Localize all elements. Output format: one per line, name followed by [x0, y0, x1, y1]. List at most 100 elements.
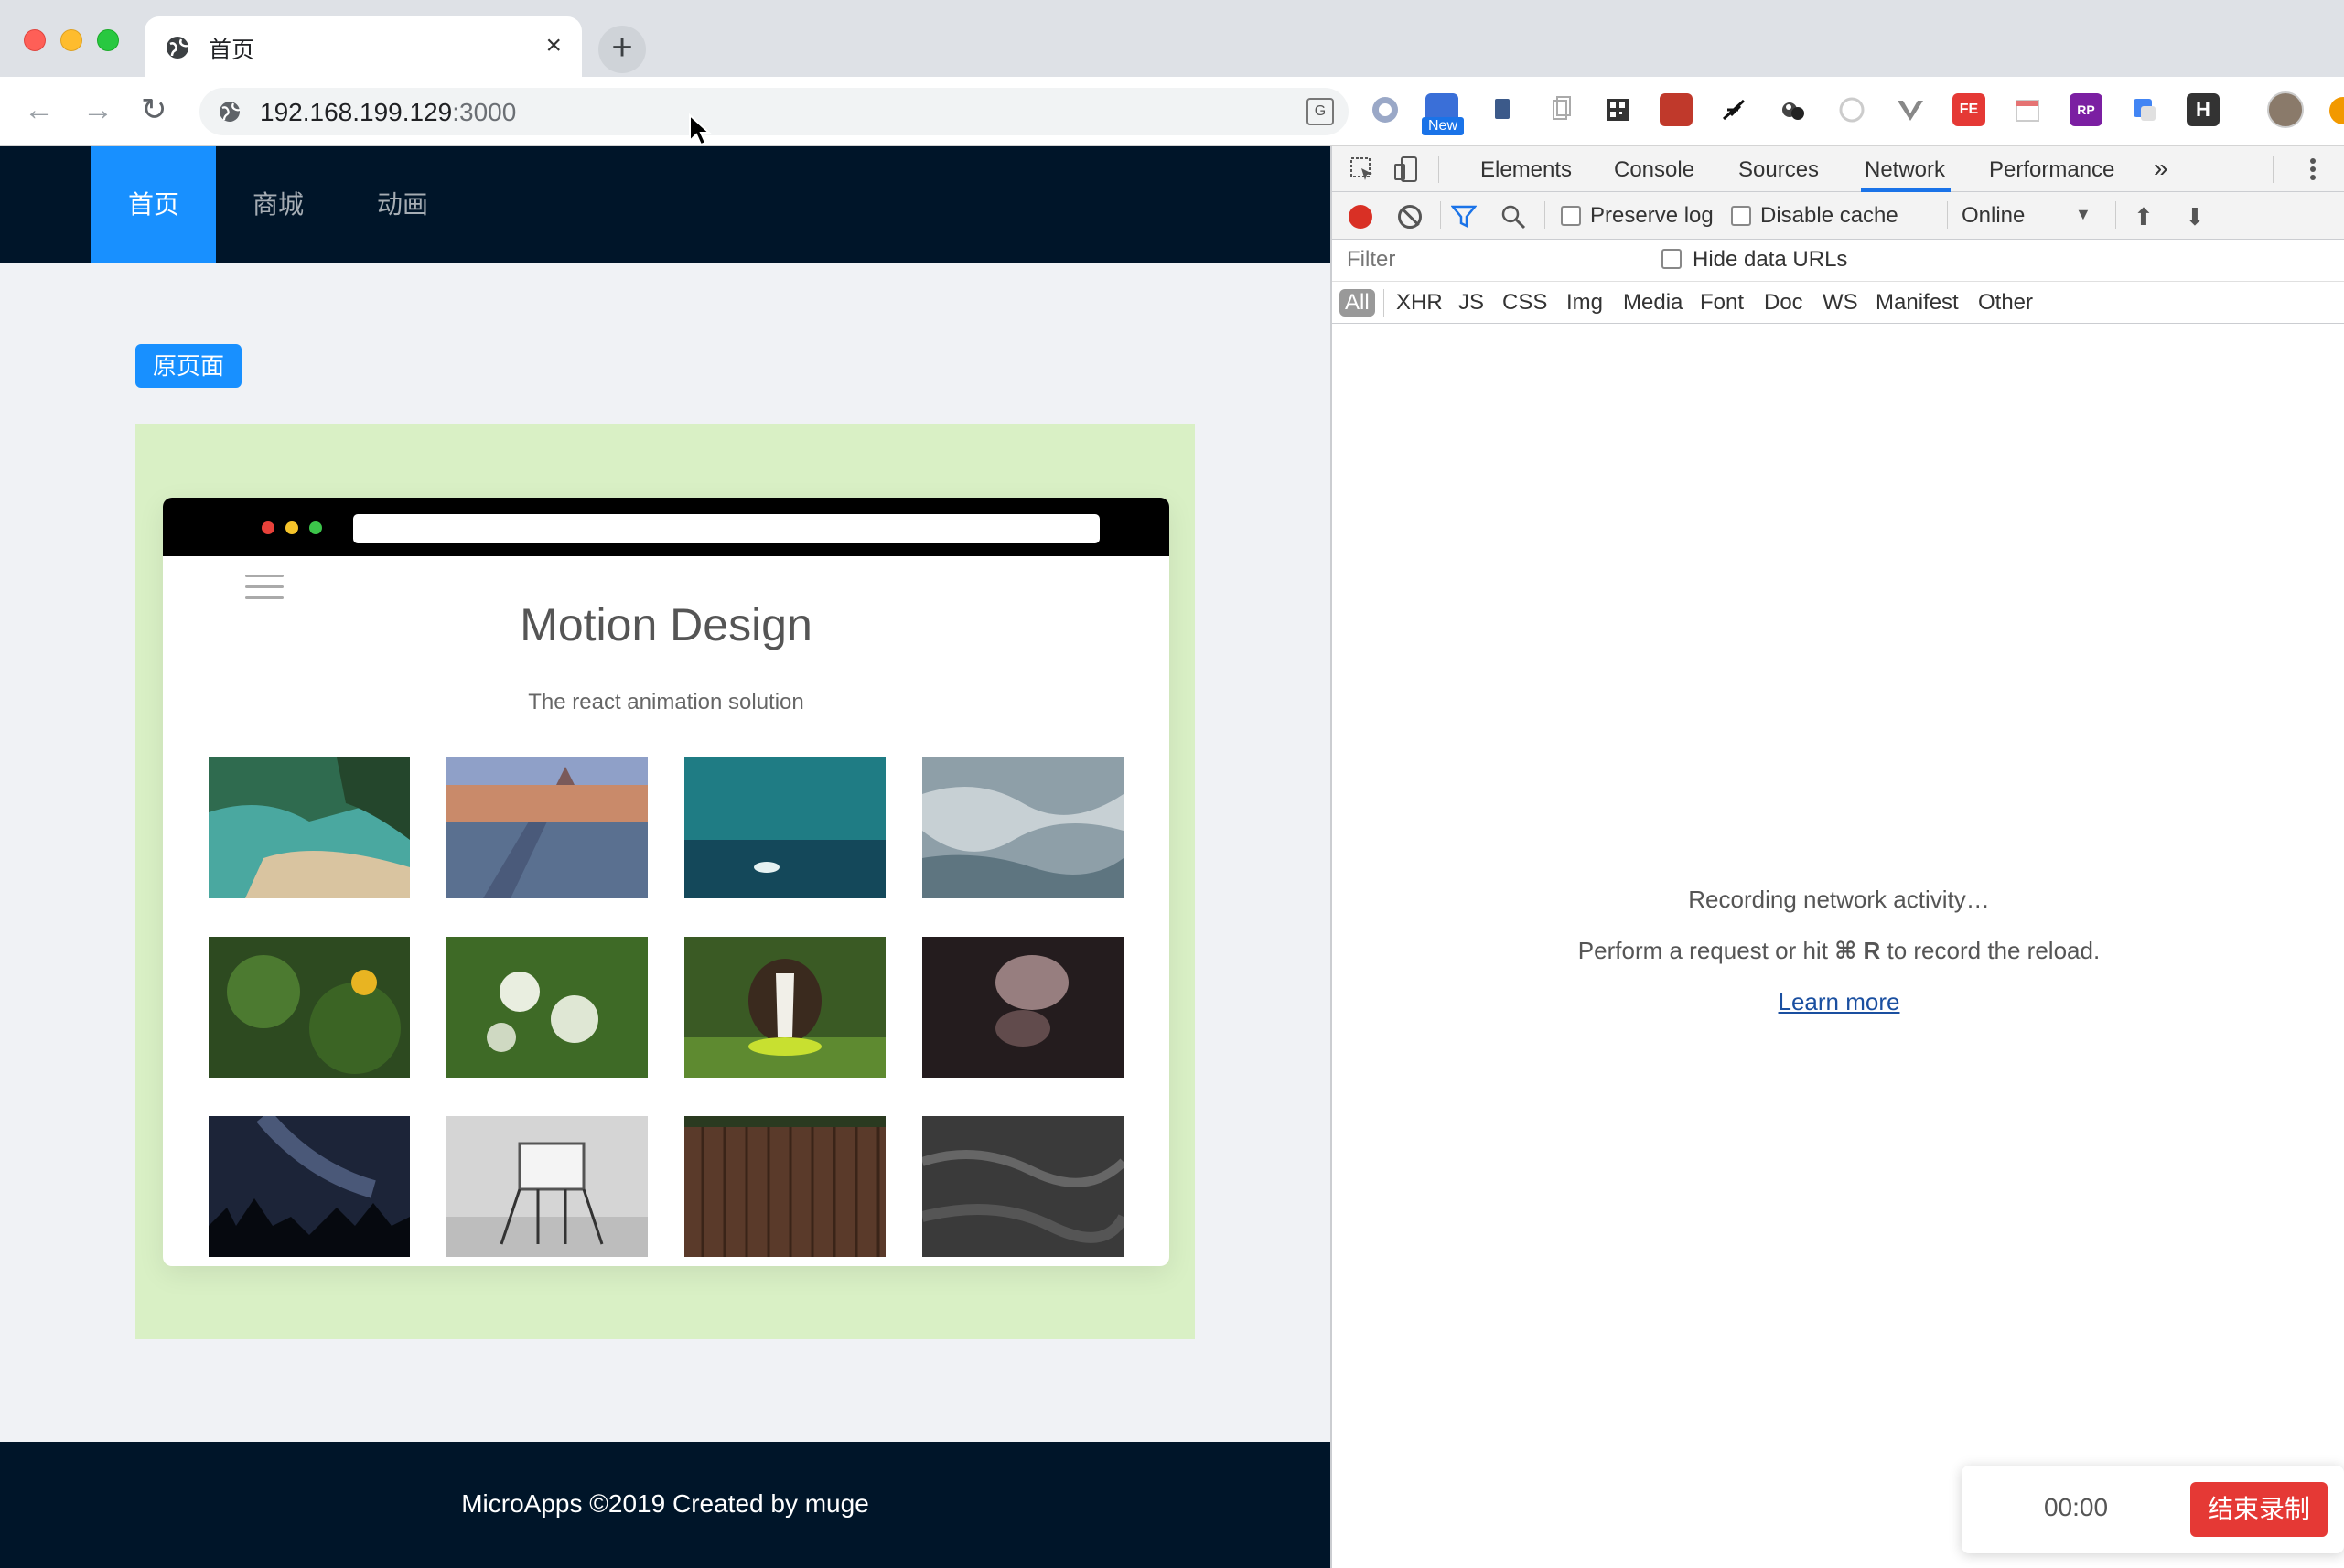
url-port: :3000: [452, 98, 517, 126]
type-filter-js[interactable]: JS: [1458, 289, 1484, 317]
chevron-down-icon[interactable]: ▼: [2075, 205, 2091, 224]
lifeguard-tower-photo[interactable]: [446, 1116, 648, 1257]
demo-subtitle: The react animation solution: [528, 690, 804, 714]
filter-icon[interactable]: [1451, 205, 1477, 229]
extension-red-icon[interactable]: [1660, 93, 1693, 126]
network-toolbar: Preserve log Disable cache Online ▼ ⬆ ⬇: [1332, 192, 2344, 240]
type-filter-media[interactable]: Media: [1623, 289, 1683, 317]
mouse-cursor-icon: [689, 113, 712, 146]
extension-google-translate-icon[interactable]: [2128, 93, 2161, 126]
kebab-menu-icon[interactable]: [2304, 156, 2322, 183]
recording-timer: 00:00: [2043, 1493, 2109, 1521]
learn-more-link[interactable]: Learn more: [1779, 988, 1900, 1015]
site-footer: MicroApps ©2019 Created by muge: [0, 1442, 1330, 1568]
milky-way-photo[interactable]: [209, 1116, 410, 1257]
wooden-fence-photo[interactable]: [684, 1116, 886, 1257]
tab-performance[interactable]: Performance: [1989, 157, 2114, 183]
hide-data-urls-label: Hide data URLs: [1693, 247, 1848, 272]
recording-message: Recording network activity…: [1688, 886, 1990, 913]
extension-calendar-icon[interactable]: [2011, 93, 2044, 126]
inspect-element-icon[interactable]: [1349, 156, 1376, 183]
type-filter-css[interactable]: CSS: [1502, 289, 1547, 317]
type-filter-font[interactable]: Font: [1700, 289, 1744, 317]
device-toolbar-icon[interactable]: [1392, 156, 1420, 183]
tab-console[interactable]: Console: [1614, 157, 1694, 183]
disable-cache-checkbox[interactable]: [1731, 206, 1751, 226]
divider: [2115, 201, 2116, 229]
search-icon[interactable]: [1500, 204, 1526, 230]
divider: [1544, 201, 1545, 229]
extension-fe-icon[interactable]: FE: [1952, 93, 1985, 126]
demo-yellow-dot: [285, 521, 298, 534]
window-zoom-button[interactable]: [97, 29, 119, 51]
extension-vue-icon[interactable]: [1894, 93, 1927, 126]
browser-tab[interactable]: 首页 ×: [145, 16, 582, 77]
learn-more-row: Learn more: [1332, 988, 2344, 1016]
disable-cache-label: Disable cache: [1760, 203, 1898, 228]
type-filter-other[interactable]: Other: [1978, 289, 2033, 317]
translate-icon[interactable]: G: [1306, 98, 1334, 125]
sunlit-water-photo[interactable]: [922, 937, 1124, 1078]
reload-icon[interactable]: ↻: [141, 93, 167, 126]
dog-on-grass-photo[interactable]: [684, 937, 886, 1078]
white-flowers-photo[interactable]: [446, 937, 648, 1078]
hide-data-urls-checkbox[interactable]: [1661, 249, 1682, 269]
tab-elements[interactable]: Elements: [1480, 157, 1572, 183]
extension-circle-icon[interactable]: [1835, 93, 1868, 126]
extension-h-icon[interactable]: H: [2187, 93, 2220, 126]
reload-hint: Perform a request or hit ⌘ R to record t…: [1332, 937, 2344, 965]
import-har-icon[interactable]: ⬆: [2134, 203, 2154, 231]
stop-recording-button[interactable]: 结束录制: [2190, 1482, 2328, 1537]
devtools-tab-bar: Elements Console Sources Network Perform…: [1332, 146, 2344, 192]
dark-sand-photo[interactable]: [922, 1116, 1124, 1257]
divider: [1383, 289, 1384, 317]
waves-foam-photo[interactable]: [922, 757, 1124, 898]
back-arrow-icon[interactable]: ←: [24, 93, 55, 126]
extension-qrcode-icon[interactable]: [1601, 93, 1634, 126]
demo-browser-window: Motion Design The react animation soluti…: [163, 498, 1169, 1266]
menu-item-mall[interactable]: 商城: [216, 146, 340, 263]
orange-tree-photo[interactable]: [209, 937, 410, 1078]
type-filter-img[interactable]: Img: [1566, 289, 1603, 317]
profile-avatar[interactable]: [2267, 91, 2304, 128]
original-page-button[interactable]: 原页面: [135, 344, 242, 388]
clear-icon[interactable]: [1398, 205, 1422, 229]
tab-network[interactable]: Network: [1865, 157, 1945, 183]
type-filter-doc[interactable]: Doc: [1764, 289, 1803, 317]
beach-cove-photo[interactable]: [209, 757, 410, 898]
demo-red-dot: [262, 521, 274, 534]
forward-arrow-icon[interactable]: →: [82, 93, 113, 126]
type-filter-ws[interactable]: WS: [1823, 289, 1858, 317]
window-minimize-button[interactable]: [60, 29, 82, 51]
extension-ie-icon[interactable]: [1369, 93, 1402, 126]
type-filter-xhr[interactable]: XHR: [1396, 289, 1443, 317]
divider: [2273, 156, 2274, 183]
extension-rp-icon[interactable]: RP: [2070, 93, 2102, 126]
extension-copy-icon[interactable]: [1544, 93, 1577, 126]
demo-title: Motion Design: [520, 599, 812, 650]
menu-item-animation[interactable]: 动画: [340, 146, 465, 263]
extension-feather-icon[interactable]: [1718, 93, 1751, 126]
extension-bookmark-icon[interactable]: [1486, 93, 1519, 126]
ocean-swimmer-photo[interactable]: [684, 757, 886, 898]
export-har-icon[interactable]: ⬇: [2185, 203, 2205, 231]
address-url: 192.168.199.129:3000: [260, 98, 516, 127]
more-tabs-icon[interactable]: »: [2154, 154, 2168, 183]
divider: [1440, 201, 1441, 229]
address-bar[interactable]: 192.168.199.129:3000 G: [199, 88, 1349, 135]
tab-sources[interactable]: Sources: [1738, 157, 1819, 183]
update-indicator-icon[interactable]: [2329, 97, 2344, 124]
tab-close-icon[interactable]: ×: [545, 29, 562, 62]
browser-toolbar: ← → ↻ 192.168.199.129:3000 G New FE RP H: [0, 77, 2344, 146]
type-filter-all[interactable]: All: [1339, 289, 1375, 317]
throttling-select[interactable]: Online: [1962, 203, 2025, 229]
preserve-log-checkbox[interactable]: [1561, 206, 1581, 226]
record-button[interactable]: [1349, 205, 1372, 229]
new-tab-button[interactable]: +: [598, 26, 646, 73]
window-close-button[interactable]: [24, 29, 46, 51]
prague-city-photo[interactable]: [446, 757, 648, 898]
type-filter-manifest[interactable]: Manifest: [1876, 289, 1959, 317]
extension-balls-icon[interactable]: [1777, 93, 1810, 126]
menu-item-home[interactable]: 首页: [91, 146, 216, 263]
filter-input[interactable]: [1339, 243, 1641, 276]
